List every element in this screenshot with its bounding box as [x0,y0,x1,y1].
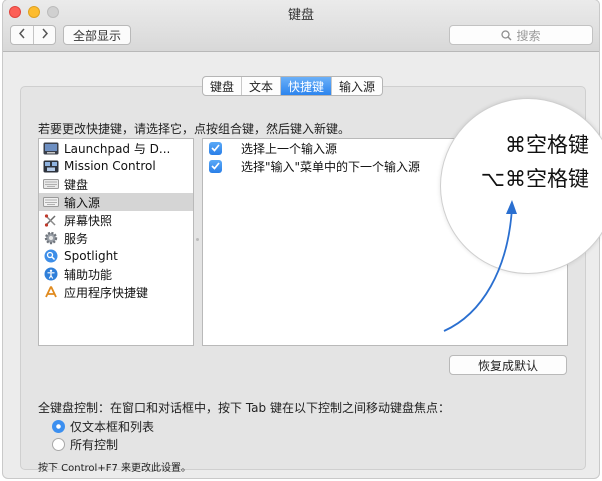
back-button[interactable] [11,26,33,44]
restore-defaults-button[interactable]: 恢复成默认 [449,355,567,375]
shortcut-label: 选择"输入"菜单中的下一个输入源 [241,159,421,174]
magnified-shortcut-1: ⌘空格键 [505,133,589,157]
category-label: 键盘 [64,177,89,192]
tab-keyboard[interactable]: 键盘 [203,77,241,95]
category-list[interactable]: Launchpad 与 D... Mission Control 键盘 输入源 … [38,138,194,346]
radio-button[interactable] [52,437,65,451]
search-field[interactable]: 搜索 [449,25,593,45]
category-mission-control[interactable]: Mission Control [39,157,193,175]
magnifier-callout: ⌘空格键 ⌥⌘空格键 [440,98,602,274]
category-label: 输入源 [64,195,101,210]
gear-icon [43,231,59,245]
category-label: 屏幕快照 [64,213,113,228]
app-store-icon [43,285,59,299]
forward-button[interactable] [33,26,55,44]
category-spotlight[interactable]: Spotlight [39,247,193,265]
tab-shortcuts[interactable]: 快捷键 [280,77,332,95]
window-title: 键盘 [287,8,314,23]
category-services[interactable]: 服务 [39,229,193,247]
radio-label: 所有控制 [70,437,119,452]
accessibility-icon [43,267,59,281]
chevron-right-icon [41,28,49,42]
category-label: 服务 [64,231,89,246]
screenshot-icon [43,213,59,227]
category-accessibility[interactable]: 辅助功能 [39,265,193,283]
radio-label: 仅文本框和列表 [70,419,155,434]
shortcut-checkbox[interactable] [209,141,222,155]
category-screenshots[interactable]: 屏幕快照 [39,211,193,229]
radio-button-selected[interactable] [52,419,65,433]
spotlight-icon [43,249,59,263]
category-launchpad[interactable]: Launchpad 与 D... [39,139,193,157]
launchpad-icon [43,141,59,155]
search-icon [501,29,512,41]
instruction-text: 若要更改快捷键，请选择它，点按组合键，然后键入新键。 [38,122,351,136]
footnote-text: 按下 Control+F7 来更改此设置。 [38,463,191,474]
keyboard-icon [43,177,59,191]
radio-text-boxes[interactable]: 仅文本框和列表 [52,418,154,434]
category-keyboard[interactable]: 键盘 [39,175,193,193]
category-label: 应用程序快捷键 [64,285,149,300]
tab-bar: 键盘 文本 快捷键 输入源 [202,76,384,96]
magnified-shortcut-2: ⌥⌘空格键 [480,167,589,191]
keyboard-control-label: 全键盘控制：在窗口和对话框中，按下 Tab 键在以下控制之间移动键盘焦点： [38,401,450,415]
category-label: Mission Control [64,159,156,173]
title-bar: 键盘 全部显示 搜索 [3,0,599,52]
mission-control-icon [43,159,59,173]
shortcut-checkbox[interactable] [209,159,222,173]
show-all-button[interactable]: 全部显示 [63,25,131,45]
split-handle[interactable] [196,238,199,241]
chevron-left-icon [18,28,26,42]
tab-input-sources[interactable]: 输入源 [331,77,382,95]
tab-text[interactable]: 文本 [241,77,280,95]
radio-all-controls[interactable]: 所有控制 [52,436,118,452]
input-source-icon [43,195,59,209]
search-placeholder: 搜索 [516,28,541,43]
nav-buttons [10,25,56,45]
category-input-sources[interactable]: 输入源 [39,193,193,211]
category-app-shortcuts[interactable]: 应用程序快捷键 [39,283,193,301]
category-label: Spotlight [64,249,118,263]
category-label: Launchpad 与 D... [64,141,171,156]
shortcut-label: 选择上一个输入源 [241,141,338,156]
category-label: 辅助功能 [64,267,113,282]
